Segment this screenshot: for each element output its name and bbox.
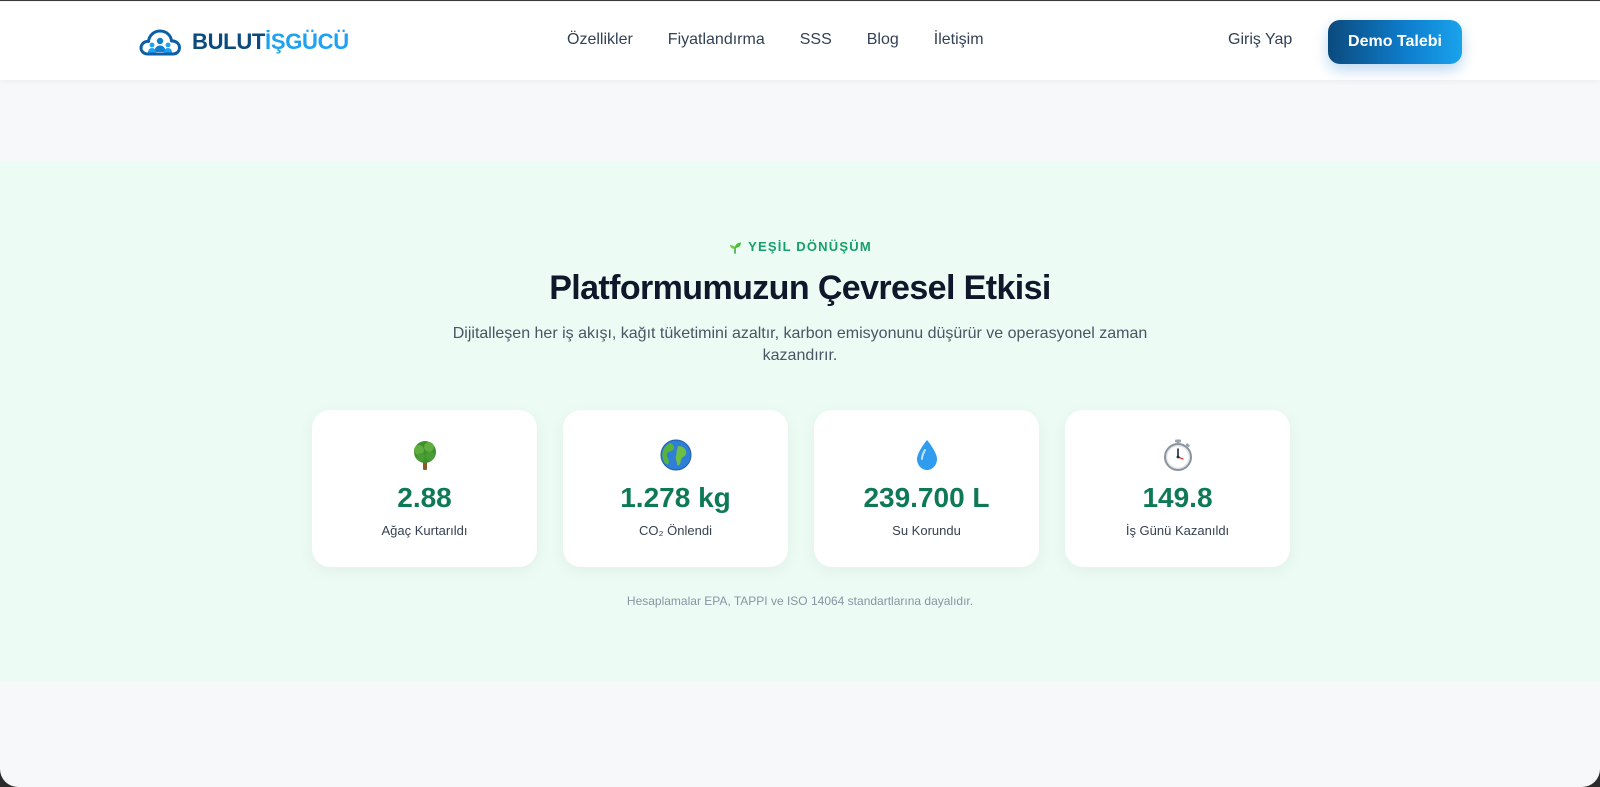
stat-card-trees: 2.88 Ağaç Kurtarıldı [312, 410, 537, 567]
stat-label-trees: Ağaç Kurtarıldı [381, 523, 468, 538]
demo-request-button[interactable]: Demo Talebi [1328, 20, 1462, 64]
stopwatch-icon [1163, 439, 1192, 471]
section-eyebrow-text: YEŞİL DÖNÜŞÜM [748, 239, 872, 254]
section-eyebrow: YEŞİL DÖNÜŞÜM [0, 239, 1600, 254]
login-link[interactable]: Giriş Yap [1228, 31, 1292, 49]
stat-card-water: 239.700 L Su Korundu [814, 410, 1039, 567]
brand-logo[interactable]: BULUTİŞGÜCÜ [138, 27, 349, 57]
nav-link-features[interactable]: Özellikler [567, 31, 633, 49]
stat-card-co2: 1.278 kg CO₂ Önlendi [563, 410, 788, 567]
stat-card-workdays: 149.8 İş Günü Kazanıldı [1065, 410, 1290, 567]
water-drop-icon [916, 440, 937, 470]
seedling-icon [730, 242, 742, 254]
section-description: Dijitalleşen her iş akışı, kağıt tüketim… [452, 325, 1148, 364]
nav-link-pricing[interactable]: Fiyatlandırma [668, 31, 765, 49]
nav-link-faq[interactable]: SSS [800, 31, 832, 49]
stat-value-water: 239.700 L [863, 482, 990, 513]
top-navbar: BULUTİŞGÜCÜ Özellikler Fiyatlandırma SSS… [0, 2, 1600, 80]
stat-value-trees: 2.88 [397, 482, 452, 513]
section-title: Platformumuzun Çevresel Etkisi [549, 269, 1051, 307]
stat-label-co2: CO₂ Önlendi [639, 523, 712, 538]
brand-name: BULUTİŞGÜCÜ [192, 29, 349, 55]
environmental-impact-section: YEŞİL DÖNÜŞÜM Platformumuzun Çevresel Et… [0, 161, 1600, 681]
cloud-team-icon [139, 29, 181, 56]
brand-name-part1: BULUT [192, 29, 266, 54]
methodology-footnote: Hesaplamalar EPA, TAPPI ve ISO 14064 sta… [626, 594, 974, 608]
stats-grid: 2.88 Ağaç Kurtarıldı 1.278 kg CO₂ Önlend… [312, 410, 1290, 567]
nav-link-contact[interactable]: İletişim [934, 31, 984, 49]
main-nav: Özellikler Fiyatlandırma SSS Blog İletiş… [567, 31, 984, 49]
stat-label-workdays: İş Günü Kazanıldı [1125, 523, 1230, 538]
nav-link-blog[interactable]: Blog [867, 31, 899, 49]
stat-value-co2: 1.278 kg [620, 482, 731, 513]
stat-label-water: Su Korundu [892, 523, 961, 538]
tree-icon [413, 441, 436, 470]
stat-value-workdays: 149.8 [1142, 482, 1213, 513]
globe-icon [660, 439, 691, 471]
brand-name-part2: İŞGÜCÜ [265, 29, 349, 54]
page-frame: BULUTİŞGÜCÜ Özellikler Fiyatlandırma SSS… [0, 0, 1600, 787]
